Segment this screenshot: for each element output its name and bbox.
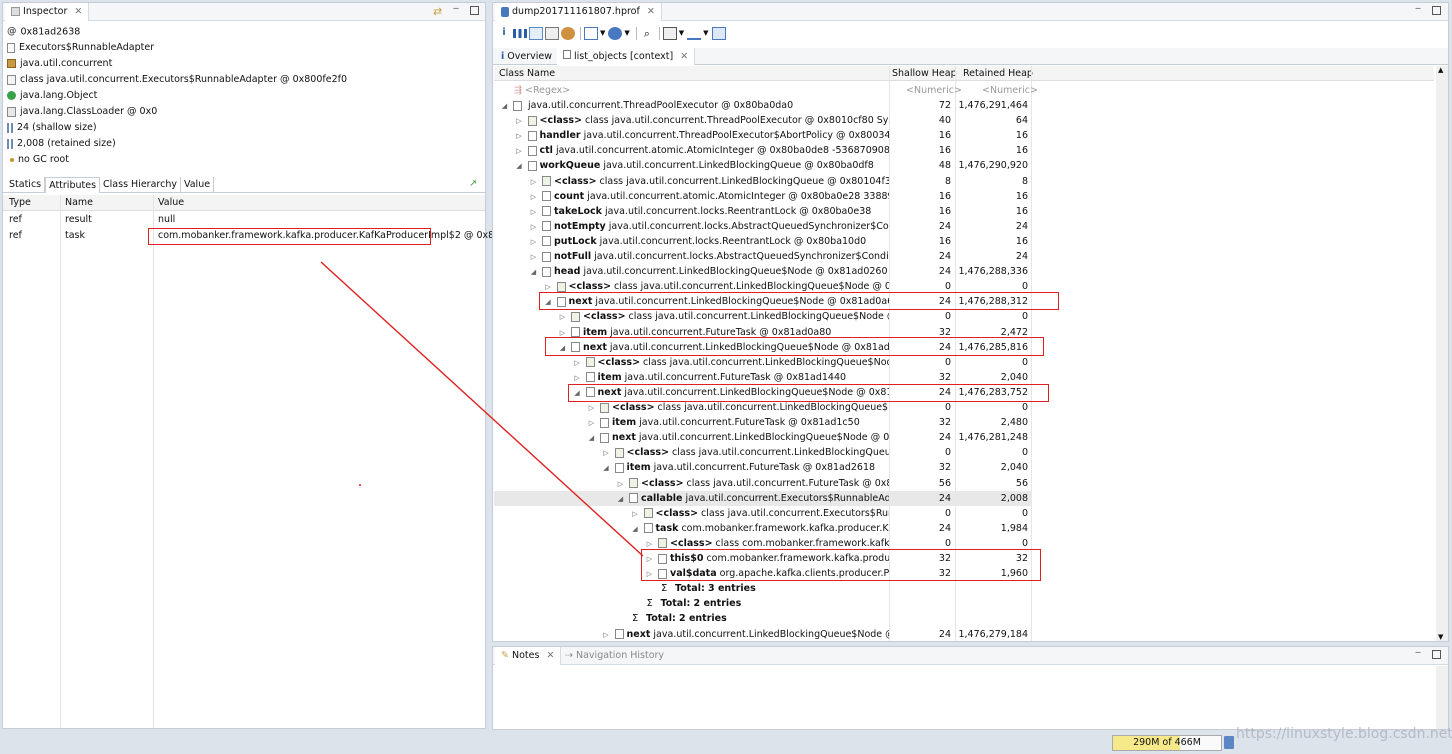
stray-dot bbox=[359, 484, 361, 486]
annotation-arrow bbox=[320, 261, 644, 557]
arrow-line bbox=[320, 261, 644, 557]
